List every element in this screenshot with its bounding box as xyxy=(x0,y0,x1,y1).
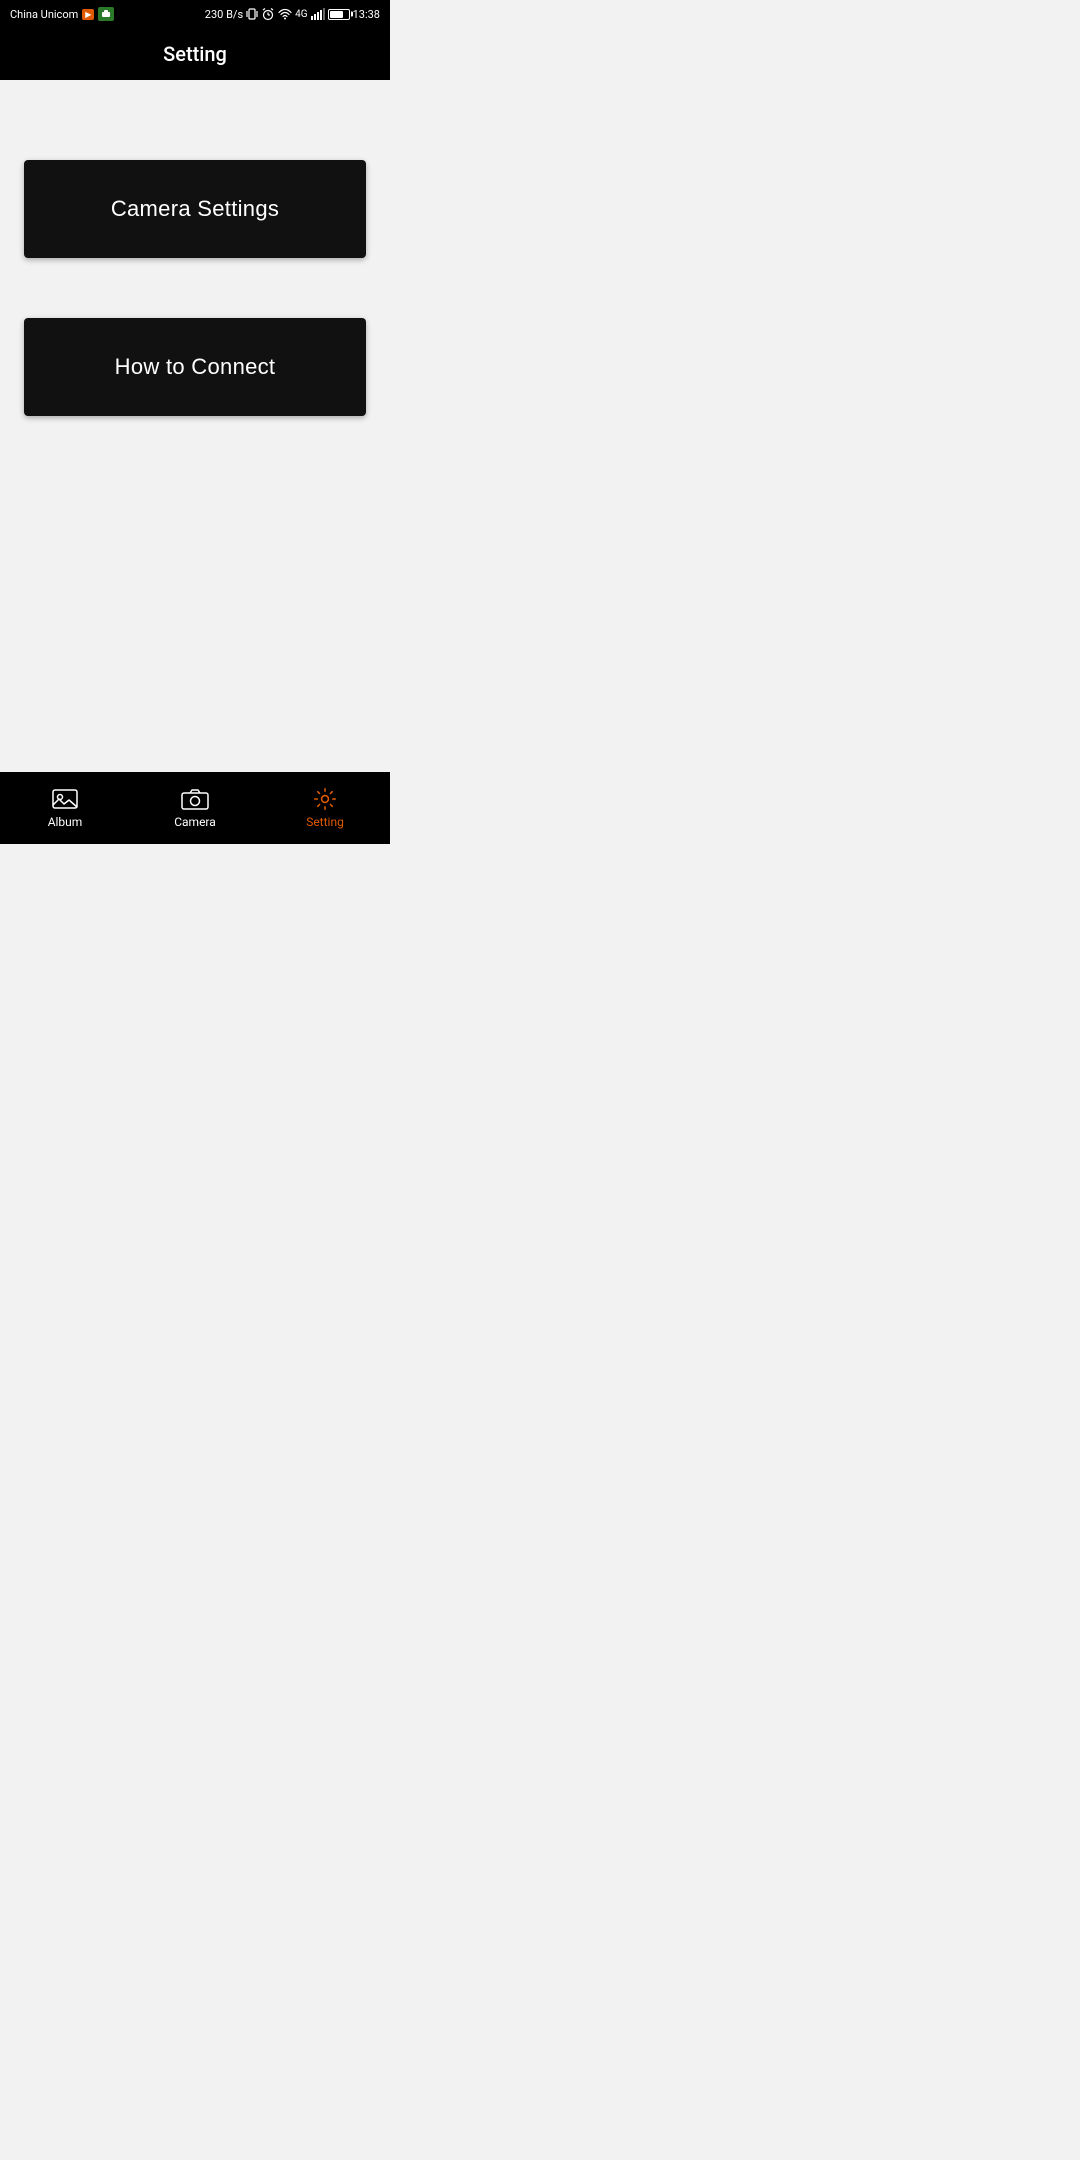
status-bar: China Unicom ▶ 230 B/s xyxy=(0,0,390,28)
battery-icon xyxy=(328,9,350,20)
main-content: Camera Settings How to Connect xyxy=(0,80,390,772)
camera-settings-button[interactable]: Camera Settings xyxy=(24,160,366,258)
carrier-name: China Unicom xyxy=(10,8,78,21)
time-display: 13:38 xyxy=(353,8,380,21)
alarm-icon xyxy=(261,7,275,21)
battery-fill xyxy=(330,11,344,18)
signal-icon xyxy=(311,8,325,20)
setting-label: Setting xyxy=(306,815,344,829)
vibrate-icon xyxy=(246,7,258,21)
camera-label: Camera xyxy=(174,815,216,829)
page-header: Setting xyxy=(0,28,390,80)
camera-icon xyxy=(181,787,209,811)
status-right: 230 B/s 4G xyxy=(205,7,380,21)
nav-item-camera[interactable]: Camera xyxy=(130,787,260,829)
carrier-icon-orange: ▶ xyxy=(82,9,94,20)
bottom-nav: Album Camera Setting xyxy=(0,772,390,844)
setting-icon xyxy=(311,787,339,811)
wifi-icon xyxy=(278,8,292,20)
carrier-icon-green xyxy=(98,7,114,21)
page-title: Setting xyxy=(163,42,227,66)
album-icon xyxy=(51,787,79,811)
network-type: 4G xyxy=(295,9,307,20)
album-label: Album xyxy=(48,815,83,829)
speed-indicator: 230 B/s xyxy=(205,8,243,21)
how-to-connect-button[interactable]: How to Connect xyxy=(24,318,366,416)
status-left: China Unicom ▶ xyxy=(10,7,114,21)
nav-item-album[interactable]: Album xyxy=(0,787,130,829)
nav-item-setting[interactable]: Setting xyxy=(260,787,390,829)
